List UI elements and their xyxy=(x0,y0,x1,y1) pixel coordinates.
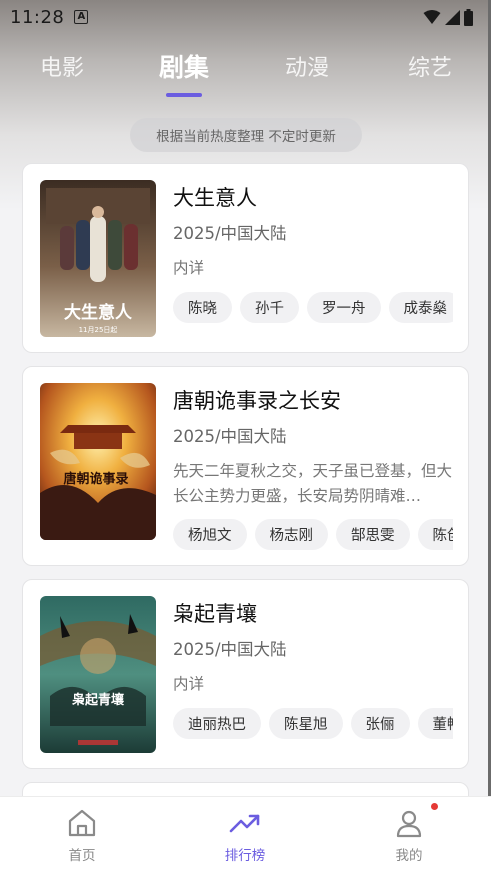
cast-tag[interactable]: 罗一舟 xyxy=(307,292,381,323)
cast-tag[interactable]: 孙千 xyxy=(240,292,299,323)
cast-tag[interactable]: 郜思雯 xyxy=(336,519,410,550)
notification-a-icon: A xyxy=(74,10,89,24)
item-title: 唐朝诡事录之长安 xyxy=(173,389,341,413)
category-tabs: 电影 剧集 动漫 综艺 xyxy=(0,44,491,104)
bottom-navigation: 首页 排行榜 我的 xyxy=(0,796,491,872)
cast-tag[interactable]: 杨旭文 xyxy=(173,519,247,550)
cast-tag[interactable]: 陈创 xyxy=(417,519,453,550)
cast-tags: 迪丽热巴 陈星旭 张俪 董畅 xyxy=(173,708,453,740)
nav-profile[interactable]: 我的 xyxy=(349,797,469,872)
tab-series[interactable]: 剧集 xyxy=(159,48,209,84)
cast-tags: 杨旭文 杨志刚 郜思雯 陈创 xyxy=(173,519,453,551)
item-meta: 2025/中国大陆 xyxy=(173,640,287,659)
item-meta: 2025/中国大陆 xyxy=(173,224,287,243)
poster-title: 枭起青壤 xyxy=(71,692,125,708)
poster-image: 大生意人 11月25日起 xyxy=(40,180,156,337)
home-icon xyxy=(68,809,96,837)
cast-tag[interactable]: 张俪 xyxy=(350,708,410,739)
cast-tag[interactable]: 迪丽热巴 xyxy=(173,708,261,739)
nav-profile-label: 我的 xyxy=(395,848,423,864)
active-tab-indicator xyxy=(166,93,202,97)
nav-ranking[interactable]: 排行榜 xyxy=(185,797,305,872)
item-meta: 2025/中国大陆 xyxy=(173,427,287,446)
status-icons xyxy=(423,8,473,26)
poster-image: 唐朝诡事录 xyxy=(40,383,156,540)
list-item[interactable]: 大生意人 11月25日起 大生意人 2025/中国大陆 内详 陈晓 孙千 罗一舟… xyxy=(22,163,469,353)
cast-tag[interactable]: 成泰燊 xyxy=(388,292,453,323)
poster-image: 枭起青壤 xyxy=(40,596,156,753)
user-icon xyxy=(396,810,422,838)
wifi-icon xyxy=(423,10,441,24)
cast-tag[interactable]: 杨志刚 xyxy=(254,519,328,550)
poster-title: 唐朝诡事录 xyxy=(63,471,128,487)
cast-tags: 陈晓 孙千 罗一舟 成泰燊 xyxy=(173,292,453,324)
notification-badge xyxy=(431,803,438,810)
battery-icon xyxy=(464,8,473,26)
item-description: 先天二年夏秋之交，天子虽已登基，但大长公主势力更盛，长安局势阴晴难… xyxy=(173,462,453,505)
tab-anime[interactable]: 动漫 xyxy=(285,50,329,82)
item-description: 内详 xyxy=(173,675,205,693)
status-bar: 11:28 A xyxy=(0,0,491,34)
list-item[interactable]: 枭起青壤 枭起青壤 2025/中国大陆 内详 迪丽热巴 陈星旭 张俪 董畅 xyxy=(22,579,469,769)
cast-tag[interactable]: 董畅 xyxy=(417,708,453,739)
nav-ranking-label: 排行榜 xyxy=(224,848,266,864)
item-title: 枭起青壤 xyxy=(173,602,257,626)
poster-title: 大生意人 xyxy=(64,302,133,323)
nav-home[interactable]: 首页 xyxy=(22,797,142,872)
status-time: 11:28 xyxy=(10,6,65,28)
tab-movie[interactable]: 电影 xyxy=(40,50,84,82)
cast-tag[interactable]: 陈星旭 xyxy=(269,708,343,739)
tab-variety[interactable]: 综艺 xyxy=(408,50,452,82)
trending-icon xyxy=(229,814,260,833)
list-item[interactable]: 唐朝诡事录 唐朝诡事录之长安 2025/中国大陆 先天二年夏秋之交，天子虽已登基… xyxy=(22,366,469,566)
cast-tag[interactable]: 陈晓 xyxy=(173,292,232,323)
signal-icon xyxy=(445,9,460,25)
item-title: 大生意人 xyxy=(173,186,257,210)
item-description: 内详 xyxy=(173,259,205,277)
nav-home-label: 首页 xyxy=(68,848,96,864)
ranking-notice: 根据当前热度整理 不定时更新 xyxy=(130,118,362,152)
poster-date: 11月25日起 xyxy=(79,326,118,334)
